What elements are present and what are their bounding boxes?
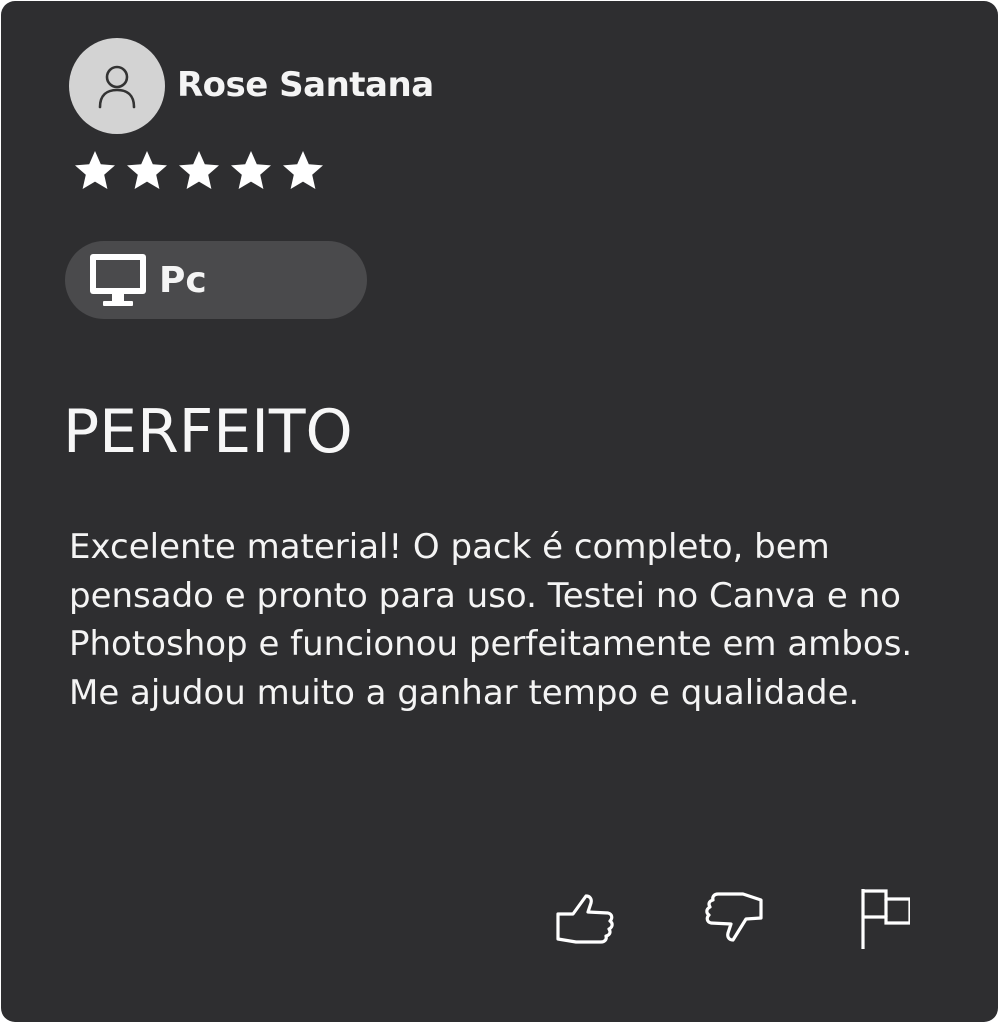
thumbs-down-icon [705, 892, 763, 942]
like-button[interactable] [552, 885, 618, 951]
platform-badge: Pc [65, 241, 367, 319]
star-rating [71, 147, 327, 195]
review-title: PERFEITO [63, 397, 353, 467]
flag-icon [861, 889, 910, 949]
review-author: Rose Santana [69, 38, 434, 134]
review-actions [1, 885, 998, 951]
monitor-icon [90, 254, 146, 306]
platform-label: Pc [159, 259, 207, 301]
author-name: Rose Santana [177, 65, 434, 105]
avatar [69, 38, 165, 134]
report-button[interactable] [849, 885, 915, 951]
review-card: Rose Santana Pc PERFEITO Excelente mater… [1, 1, 998, 1022]
star-icon [75, 151, 115, 189]
star-icon [283, 151, 323, 189]
star-icon [179, 151, 219, 189]
star-icon [231, 151, 271, 189]
thumbs-up-icon [556, 894, 614, 944]
star-icon [127, 151, 167, 189]
dislike-button[interactable] [701, 885, 767, 951]
review-body: Excelente material! O pack é completo, b… [69, 527, 913, 713]
user-icon [98, 65, 136, 109]
